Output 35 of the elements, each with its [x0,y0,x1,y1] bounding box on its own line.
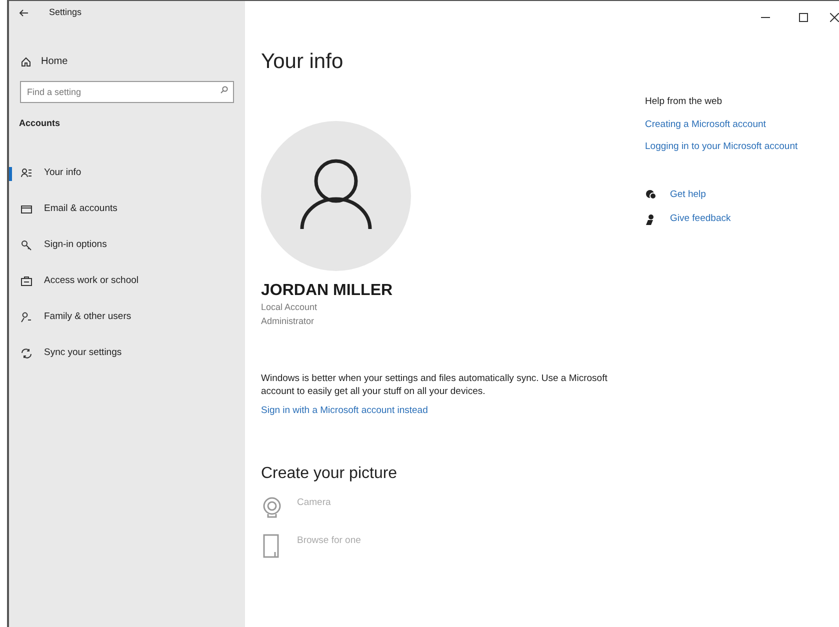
page-title: Your info [261,51,344,72]
search-field[interactable]: Find a setting [20,81,234,103]
nav-item[interactable]: Sign-in options [9,228,245,264]
account-type: Local Account [261,301,318,314]
person-list-icon [21,168,32,179]
help-action[interactable]: Get help [645,188,706,202]
window-title: Settings [49,6,82,20]
user-name: JORDAN MILLER [261,281,393,301]
envelope-icon [21,204,32,215]
close-icon [830,12,838,22]
help-link[interactable]: Creating a Microsoft account [645,118,766,132]
search-icon [220,86,228,94]
webcam-icon [261,496,283,520]
help-link[interactable]: Logging in to your Microsoft account [645,140,798,154]
nav-item[interactable]: Email & accounts [9,192,245,228]
section-heading: Accounts [19,117,62,130]
home-link[interactable]: Home [21,54,68,69]
sync-icon [21,348,32,359]
avatar-icon [261,121,411,271]
minimize-icon [760,16,770,18]
chat-bubbles-icon [645,189,656,200]
section-heading: Create your picture [261,464,398,484]
help-heading: Help from the web [645,95,722,109]
account-role: Administrator [261,314,314,328]
nav-item[interactable]: Sync your settings [9,336,245,372]
nav-item[interactable]: Access work or school [9,264,245,300]
nav-item[interactable]: Family & other users [9,300,245,336]
sync-description: Windows is better when your settings and files automatically sync. Use a Microsoft account to easily get all your stuff on all your devices. [261,372,608,398]
sign-in-link[interactable]: Sign in with a Microsoft account instead [261,404,428,418]
maximize-icon [798,12,808,22]
key-icon [21,240,32,251]
home-icon [21,56,31,66]
help-action[interactable]: Give feedback [645,212,731,226]
back-arrow-icon [19,9,29,17]
briefcase-icon [21,276,32,287]
